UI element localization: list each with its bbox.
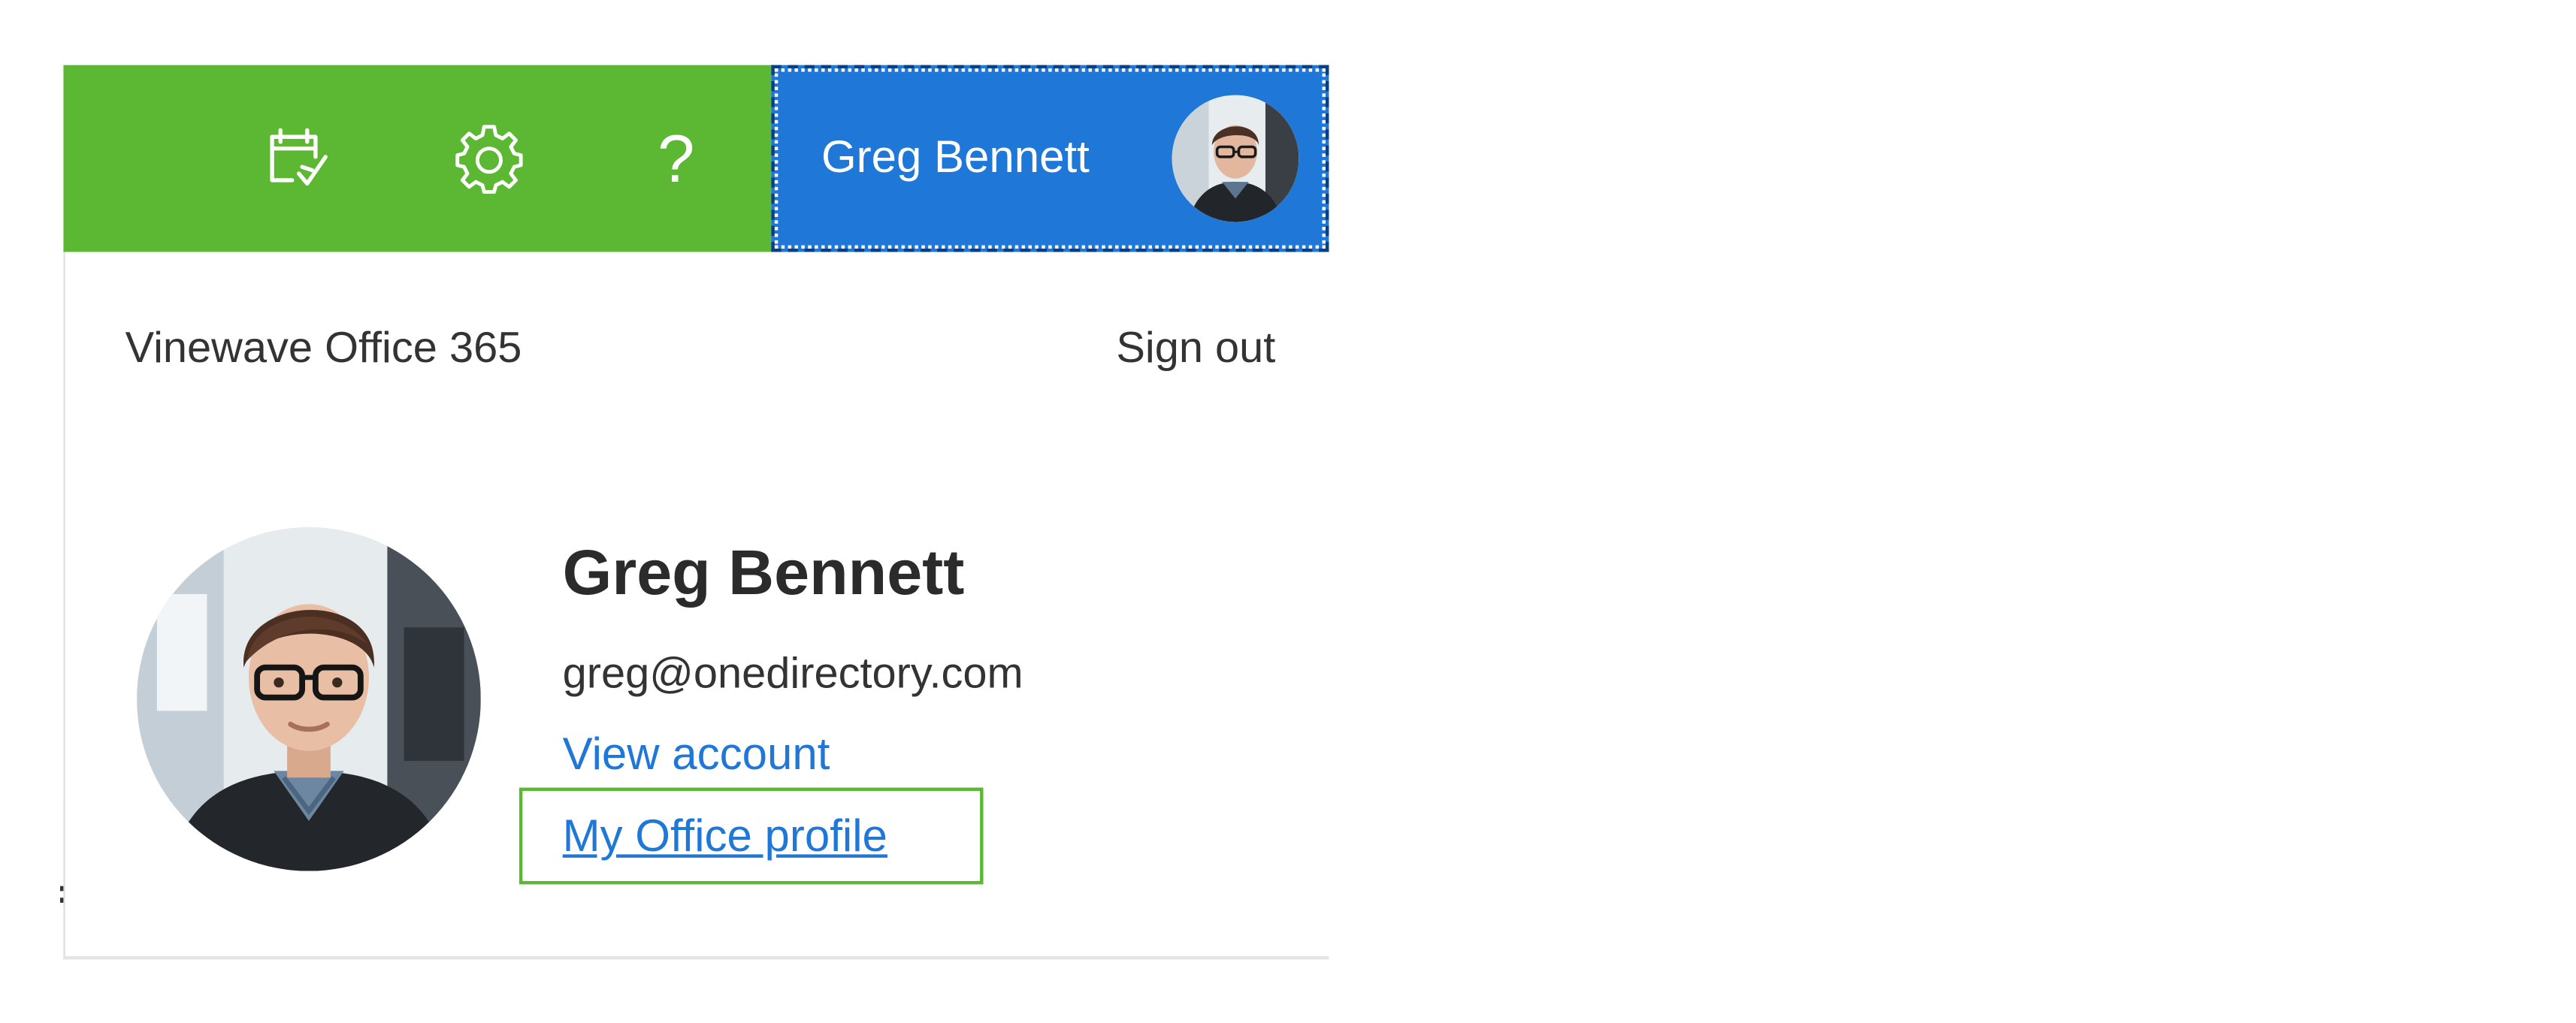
account-menu-stage: ? Greg Bennett Vinewave Office 365 Sign … — [0, 0, 2576, 1023]
toolbar-icons-area: ? — [63, 65, 772, 252]
avatar — [1172, 95, 1299, 222]
profile-avatar — [137, 527, 481, 871]
help-glyph: ? — [658, 123, 695, 198]
org-name: Vinewave Office 365 — [125, 321, 522, 373]
account-menu-button[interactable]: Greg Bennett — [771, 65, 1329, 252]
view-account-link[interactable]: View account — [563, 729, 830, 781]
profile-email: greg@onedirectory.com — [562, 647, 1023, 698]
gear-icon[interactable] — [447, 119, 531, 202]
account-dropdown-panel: Vinewave Office 365 Sign out Greg Bennet… — [63, 252, 1329, 960]
top-toolbar: ? Greg Bennett — [63, 65, 1329, 252]
my-office-profile-link[interactable]: My Office profile — [563, 811, 887, 863]
calendar-check-icon[interactable] — [257, 119, 340, 202]
sign-out-link[interactable]: Sign out — [1116, 322, 1275, 374]
profile-name: Greg Bennett — [562, 539, 965, 609]
help-icon[interactable]: ? — [634, 119, 718, 202]
account-name-label: Greg Bennett — [821, 131, 1090, 183]
